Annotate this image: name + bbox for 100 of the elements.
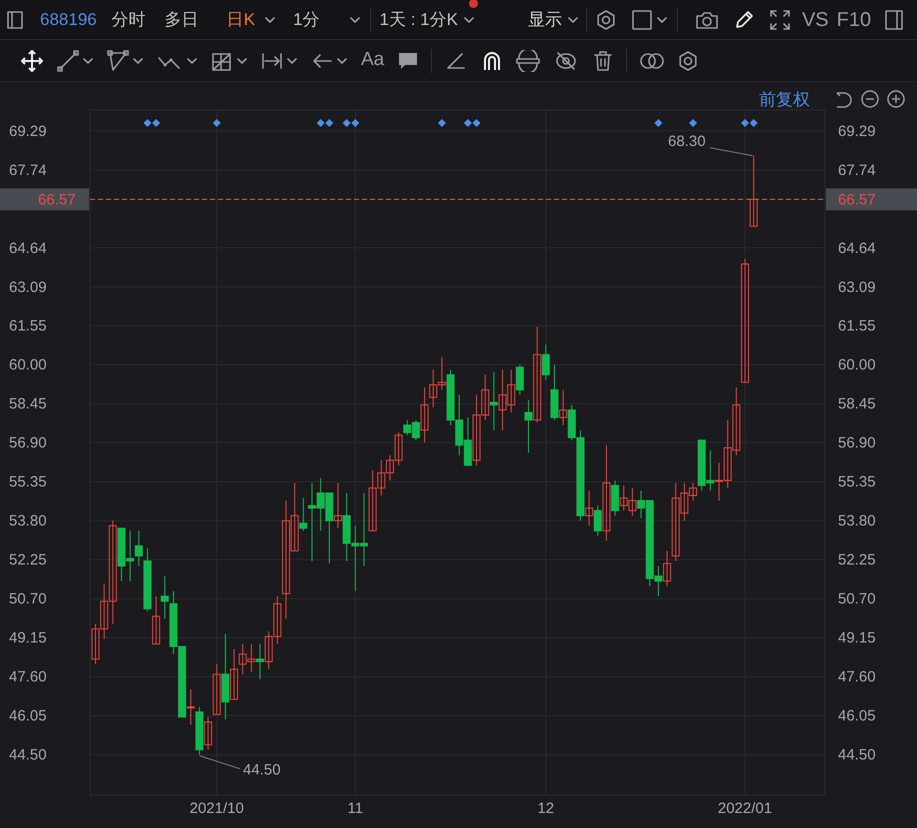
period-tab[interactable]: 1分 [293,6,320,32]
leader-line [198,755,240,770]
candlestick [256,644,264,680]
price-tag: 66.57 [838,191,876,208]
chevron-down-icon[interactable] [83,58,93,64]
chevron-down-icon[interactable] [656,16,667,22]
candlestick [490,372,498,431]
trash-icon[interactable] [592,50,614,72]
candlestick [386,454,394,481]
axis-label: 11 [348,800,364,817]
undo-icon[interactable] [836,92,852,108]
chevron-down-icon[interactable] [568,16,578,22]
leader-line [710,147,754,156]
candlestick [507,369,516,413]
axis-label: 52.25 [838,552,876,569]
diamond-marker-icon[interactable] [689,119,698,127]
period-tab[interactable]: 日K [226,6,256,32]
diamond-marker-icon[interactable] [654,119,662,127]
axis-label: 64.64 [9,240,47,257]
chevron-down-icon[interactable] [265,16,276,22]
axis-label: 47.60 [838,668,876,686]
move-icon[interactable] [21,50,43,72]
candlestick [152,596,160,644]
axis-label: 2022/01 [718,800,772,817]
sidebar-toggle-icon[interactable] [7,10,23,28]
f10-button[interactable]: F10 [836,4,872,34]
candlestick [126,530,134,582]
chevron-down-icon[interactable] [350,16,360,22]
axis-label: 12 [537,800,554,817]
display-menu[interactable]: 显示 [528,6,562,32]
adjust-mode-link[interactable]: 前复权 [759,90,810,109]
diamond-marker-icon[interactable] [212,119,221,127]
axis-label: 47.60 [9,668,47,686]
diamond-marker-icon[interactable] [741,119,749,127]
candlestick [620,484,628,512]
period-tab[interactable]: 多日 [164,6,199,32]
diamond-marker-icon[interactable] [472,119,481,127]
axis-label: 49.15 [9,630,47,647]
axis-label: 52.25 [9,552,47,569]
axis-label: 61.55 [838,318,876,335]
candlestick [455,394,464,456]
diamond-marker-icon[interactable] [325,119,334,127]
axis-label: 56.90 [838,434,876,452]
zoom-out-icon[interactable] [861,90,879,108]
sync-icon[interactable] [515,50,542,72]
diamond-marker-icon[interactable] [316,119,325,127]
line-tool-icon[interactable] [57,50,79,72]
fullscreen-icon[interactable] [768,8,791,30]
axis-label: 60.00 [838,356,876,374]
polygon-tool-icon[interactable] [107,50,129,72]
axis-label: 69.29 [838,122,876,140]
candlestick [628,487,636,516]
vs-button[interactable]: VS [802,4,829,34]
axis-label: 46.05 [838,708,876,725]
axis-label: 44.50 [9,746,47,764]
axis-label: 53.80 [838,512,876,530]
interval-select[interactable]: 1天 : 1分K [380,6,474,32]
camera-icon[interactable] [694,10,719,30]
axis-label: 50.70 [838,590,876,608]
stock-code[interactable]: 688196 [40,6,97,32]
axis-label: 56.90 [9,434,47,452]
settings-icon[interactable] [677,50,700,72]
diamond-marker-icon[interactable] [464,119,472,127]
eye-off-icon[interactable] [555,50,578,72]
chevron-down-icon[interactable] [187,58,197,64]
candlestick [247,644,256,672]
candlestick [706,450,714,491]
axis-label: 63.09 [838,278,876,296]
diamond-marker-icon[interactable] [750,119,758,127]
diamond-marker-icon[interactable] [438,119,446,127]
diamond-marker-icon[interactable] [152,119,160,127]
diamond-marker-icon[interactable] [342,119,351,127]
axis-label: 67.74 [838,162,876,179]
axis-label: 46.05 [9,708,47,725]
diamond-marker-icon[interactable] [143,119,152,127]
candlestick [732,386,740,456]
axis-label: 69.29 [9,122,47,140]
settings-icon[interactable] [594,8,617,30]
chevron-down-icon[interactable] [237,58,247,64]
axis-label: 64.64 [838,240,876,257]
text-tool[interactable]: Aa [361,46,384,75]
chevron-down-icon[interactable] [287,58,297,64]
period-tab[interactable]: 分时 [112,6,146,32]
axis-label: 67.74 [9,162,47,179]
axis-label: 60.00 [9,356,47,374]
axis-label: 58.45 [9,396,47,413]
axis-label: 58.45 [838,396,876,413]
panel-icon[interactable] [885,10,904,30]
axis-label: 44.50 [838,746,876,764]
axis-label: 50.70 [9,590,47,608]
axis-label: 55.35 [838,474,876,491]
diamond-marker-icon[interactable] [351,119,360,127]
chevron-down-icon[interactable] [133,58,143,64]
zoom-in-icon[interactable] [887,90,905,108]
chevron-down-icon[interactable] [337,58,347,64]
chevron-down-icon[interactable] [464,16,474,22]
low-price-label: 44.50 [243,762,281,779]
axis-label: 49.15 [838,630,876,647]
axis-label: 63.09 [9,278,47,296]
square-icon[interactable] [632,10,652,30]
